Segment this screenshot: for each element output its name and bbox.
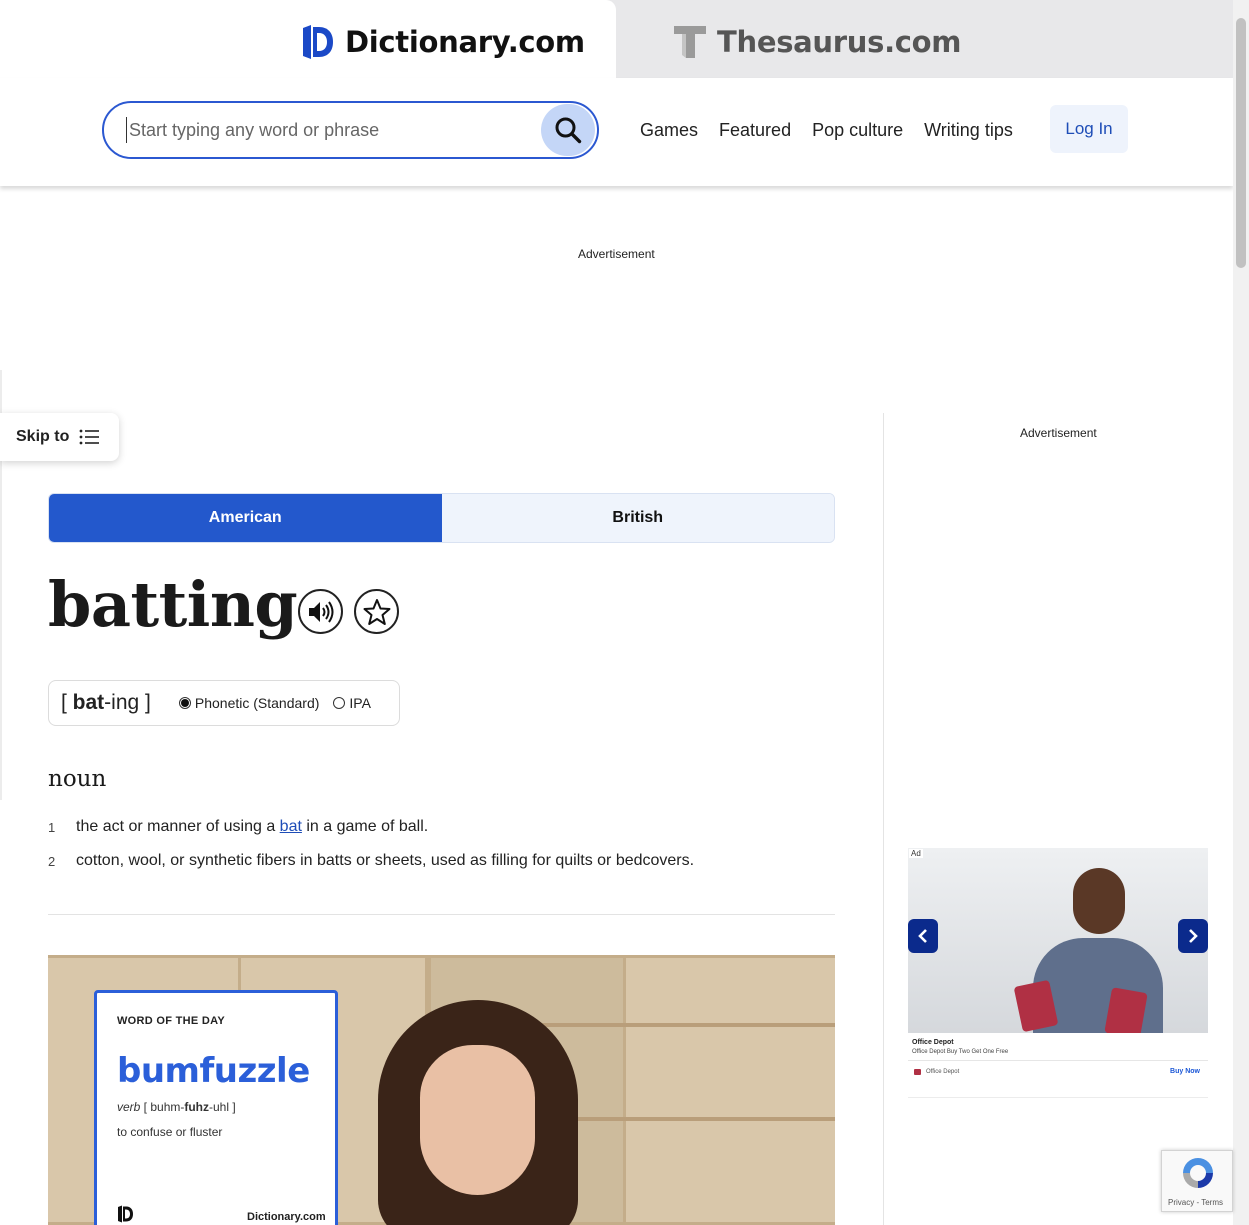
login-button[interactable]: Log In xyxy=(1050,105,1128,153)
tab-american[interactable]: American xyxy=(49,494,442,542)
headword: batting xyxy=(48,568,298,641)
tab-british[interactable]: British xyxy=(441,494,834,542)
pronunciation-text: [ bat-ing ] xyxy=(61,691,151,714)
definition-number: 1 xyxy=(48,820,56,835)
section-divider xyxy=(48,914,835,915)
part-of-speech: noun xyxy=(48,766,107,792)
ad-person-head xyxy=(1073,868,1125,934)
nav-pop-culture[interactable]: Pop culture xyxy=(812,120,903,141)
phonetic-radio-dot[interactable] xyxy=(178,697,191,709)
dictionary-logo-icon xyxy=(303,25,333,59)
recaptcha-links: Privacy - Terms xyxy=(1168,1198,1223,1207)
dictionary-logo[interactable]: Dictionary.com xyxy=(301,24,585,60)
recaptcha-terms-link[interactable]: Terms xyxy=(1201,1198,1223,1207)
dictionary-tab[interactable]: Dictionary.com xyxy=(0,0,616,78)
top-ad-label: Advertisement xyxy=(578,247,655,261)
kitchen-cabinet xyxy=(623,955,835,1225)
wotd-brand: Dictionary.com xyxy=(247,1211,326,1223)
dictionary-logo-text: Dictionary.com xyxy=(345,25,585,59)
thesaurus-tab[interactable]: Thesaurus.com xyxy=(673,24,962,60)
word-of-the-day-video[interactable]: WORD OF THE DAY bumfuzzle verb [ buhm-fu… xyxy=(48,955,835,1225)
recaptcha-privacy-link[interactable]: Privacy xyxy=(1168,1198,1194,1207)
phonetic-radio[interactable]: Phonetic (Standard) xyxy=(178,695,320,711)
brand-tab-bar: Dictionary.com Thesaurus.com xyxy=(0,0,1233,78)
ad-image[interactable]: Ad xyxy=(908,848,1208,1033)
wotd-definition: to confuse or fluster xyxy=(117,1125,223,1139)
pronunciation-box: [ bat-ing ] Phonetic (Standard) IPA xyxy=(48,680,400,726)
favorite-button[interactable] xyxy=(354,589,399,634)
definition-text: the act or manner of using a bat in a ga… xyxy=(76,818,429,835)
ad-next-button[interactable] xyxy=(1178,919,1208,953)
ad-product xyxy=(1104,987,1148,1033)
ad-buy-now-button[interactable]: Buy Now xyxy=(1170,1068,1200,1075)
nav-featured[interactable]: Featured xyxy=(719,120,791,141)
presenter-face xyxy=(420,1045,535,1195)
ad-tag: Ad xyxy=(909,849,923,858)
ipa-radio-label: IPA xyxy=(349,695,371,711)
ad-title: Office Depot xyxy=(912,1039,954,1046)
side-ad-label: Advertisement xyxy=(1020,426,1097,440)
thesaurus-logo-icon xyxy=(674,26,706,58)
ipa-radio[interactable]: IPA xyxy=(333,695,371,711)
scrollbar-thumb[interactable] xyxy=(1236,18,1246,268)
speaker-icon xyxy=(308,600,333,623)
audio-button[interactable] xyxy=(298,589,343,634)
skip-to-label: Skip to xyxy=(16,428,70,445)
ad-prev-button[interactable] xyxy=(908,919,938,953)
recaptcha-badge[interactable]: Privacy - Terms xyxy=(1161,1150,1233,1212)
search-box xyxy=(102,101,599,159)
wotd-pronunciation: verb [ buhm-fuhz-uhl ] xyxy=(117,1100,236,1114)
nav-writing-tips[interactable]: Writing tips xyxy=(924,120,1013,141)
sidebar-ad[interactable]: Ad Office Depot Office Depot Buy Two Get… xyxy=(908,848,1208,1098)
definition-text: cotton, wool, or synthetic fibers in bat… xyxy=(76,852,695,869)
site-header: Games Featured Pop culture Writing tips … xyxy=(0,78,1233,186)
definition-item: 2 cotton, wool, or synthetic fibers in b… xyxy=(48,852,694,870)
ad-subtitle: Office Depot Buy Two Get One Free xyxy=(912,1049,1009,1055)
dialect-toggle: American British xyxy=(48,493,835,543)
definition-item: 1 the act or manner of using a bat in a … xyxy=(48,818,428,836)
dictionary-logo-icon xyxy=(118,1205,133,1223)
word-of-the-day-card: WORD OF THE DAY bumfuzzle verb [ buhm-fu… xyxy=(94,990,338,1225)
nav-games[interactable]: Games xyxy=(640,120,698,141)
phonetic-radio-label: Phonetic (Standard) xyxy=(194,695,320,711)
search-input[interactable] xyxy=(126,117,526,143)
ad-footer-brand: Office Depot xyxy=(926,1069,960,1075)
wotd-word: bumfuzzle xyxy=(117,1051,310,1091)
main-nav: Games Featured Pop culture Writing tips xyxy=(640,120,1013,141)
definition-number: 2 xyxy=(48,854,56,869)
recaptcha-icon xyxy=(1183,1158,1213,1188)
search-icon xyxy=(555,117,582,144)
ipa-radio-dot[interactable] xyxy=(333,697,346,709)
list-icon xyxy=(79,429,100,445)
skip-to-button[interactable]: Skip to xyxy=(0,413,119,461)
wotd-kicker: WORD OF THE DAY xyxy=(117,1015,225,1027)
definition-link-bat[interactable]: bat xyxy=(280,818,302,835)
sidebar-divider xyxy=(883,413,884,1225)
ad-footer: Office Depot Buy Now xyxy=(908,1060,1208,1082)
chevron-right-icon xyxy=(1189,929,1198,943)
search-button[interactable] xyxy=(541,104,595,156)
star-icon xyxy=(363,598,390,625)
store-icon xyxy=(914,1069,921,1075)
thesaurus-logo-text: Thesaurus.com xyxy=(717,25,962,59)
chevron-left-icon xyxy=(918,929,927,943)
